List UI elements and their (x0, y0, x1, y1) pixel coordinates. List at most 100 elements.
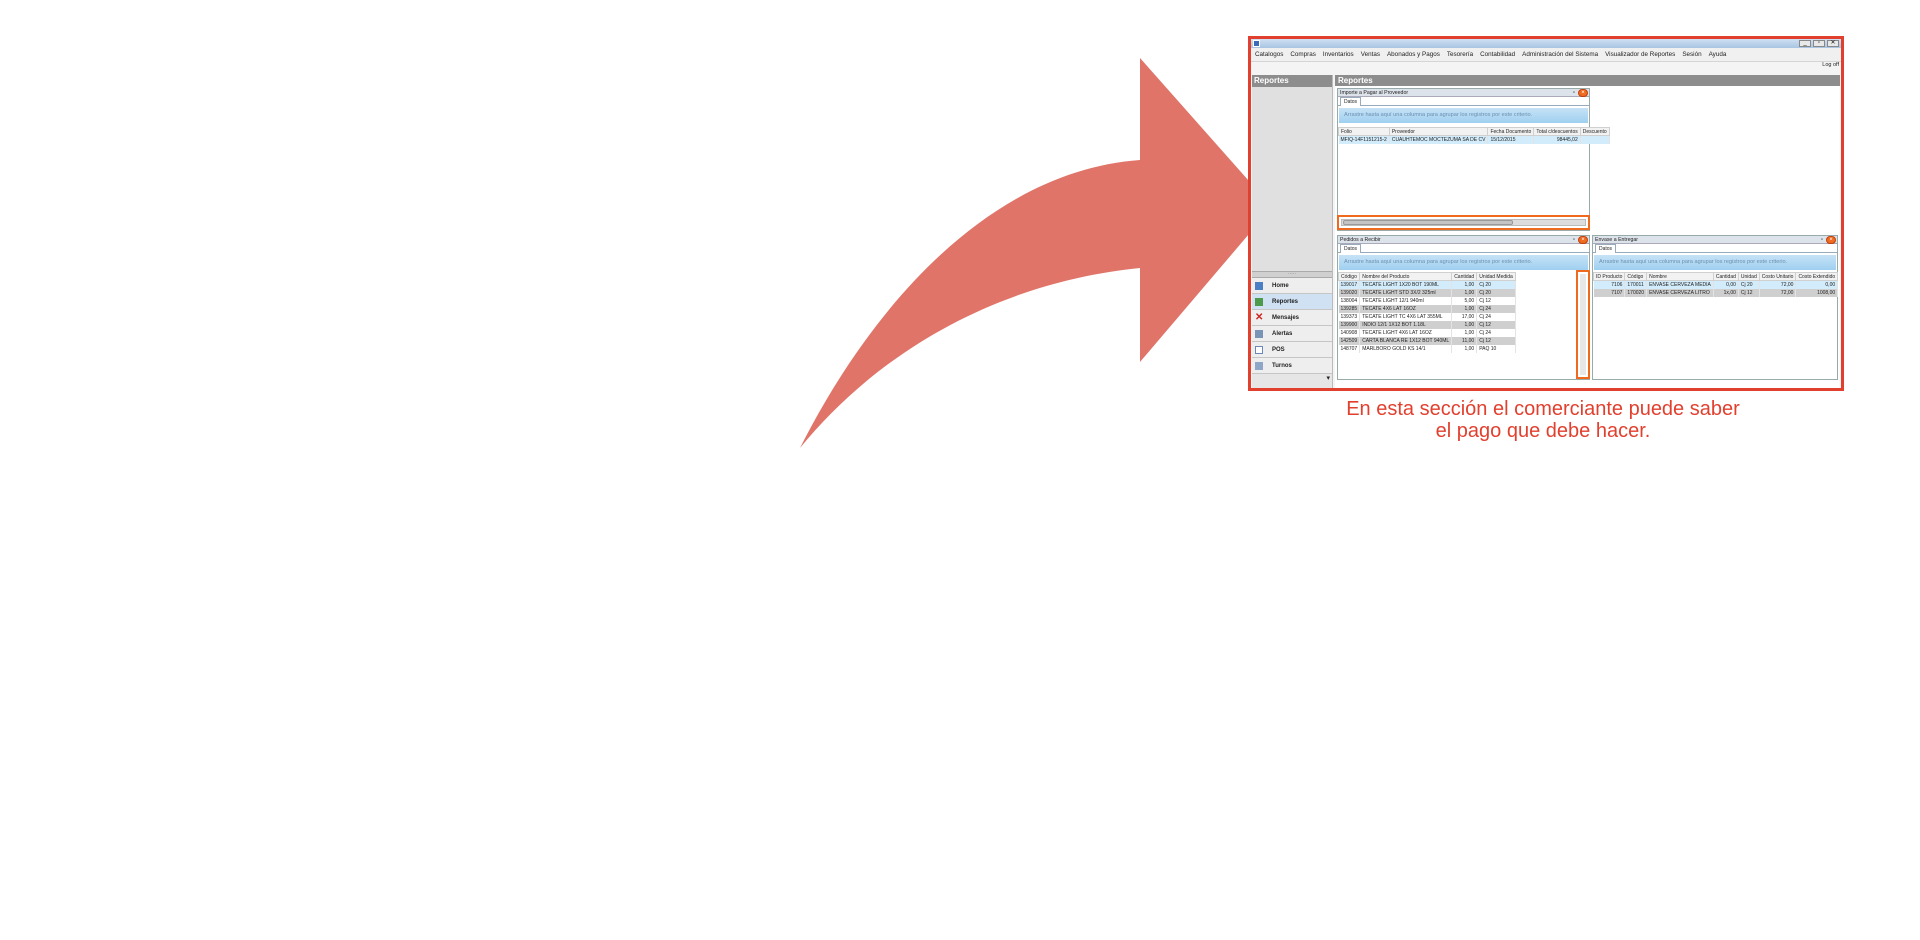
sidebar-item-alertas[interactable]: Alertas (1252, 326, 1332, 342)
table-cell: 142509 (1338, 336, 1361, 345)
column-header[interactable]: Total c/descuentos (1533, 127, 1581, 136)
sidebar-item-turnos[interactable]: Turnos (1252, 358, 1332, 374)
sidebar-item-home[interactable]: Home (1252, 278, 1332, 294)
main-title: Reportes (1335, 75, 1840, 86)
title-bar: _ ▫ ✕ (1251, 39, 1841, 48)
table-cell: MFIQ-14F1151215-2 (1338, 135, 1390, 144)
column-header[interactable]: Unidad Medida (1476, 272, 1516, 281)
vertical-scrollbar-highlight (1576, 270, 1590, 379)
column-header[interactable]: Folio (1338, 127, 1390, 136)
table-row[interactable]: 7106 170011 ENVASE CERVEZA MEDIA 0,00 Cj… (1593, 280, 1839, 289)
menu-sesion[interactable]: Sesión (1682, 51, 1701, 58)
sidebar-item-label: Mensajes (1272, 314, 1300, 321)
menu-inventarios[interactable]: Inventarios (1323, 51, 1354, 58)
table-row[interactable]: 139020 TECATE LIGHT STD 3X/2 325ml 1,00 … (1338, 288, 1516, 297)
table-row[interactable]: 7107 170020 ENVASE CERVEZA LITRO 1x,00 C… (1593, 288, 1839, 297)
sidebar-item-mensajes[interactable]: ✕ Mensajes (1252, 310, 1332, 326)
close-panel-button[interactable]: × (1578, 236, 1588, 244)
group-by-area[interactable]: Arrastre hasta aquí una columna para agr… (1339, 108, 1588, 123)
table-cell: PAQ 10 (1476, 344, 1516, 353)
scrollbar-thumb[interactable] (1343, 220, 1513, 225)
table-row[interactable]: MFIQ-14F1151215-2 CUAUHTEMOC MOCTEZUMA S… (1338, 135, 1610, 144)
table-cell: 170011 (1624, 280, 1648, 289)
table-cell: 15/12/2015 (1487, 135, 1535, 144)
table-row[interactable]: 139900 INDIO 12/1 1X12 BOT 1.18L 1,00 Cj… (1338, 320, 1516, 329)
table-row[interactable]: 142509 CARTA BLANCA RE 1X12 BOT 940ML 11… (1338, 336, 1516, 345)
app-icon (1253, 40, 1260, 47)
menu-visualizador[interactable]: Visualizador de Reportes (1605, 51, 1675, 58)
sidebar-item-pos[interactable]: POS (1252, 342, 1332, 358)
panel-title-text: Pedidos a Recibir (1340, 237, 1381, 243)
group-by-area[interactable]: Arrastre hasta aquí una columna para agr… (1594, 255, 1836, 270)
table-row[interactable]: 138004 TECATE LIGHT 12/1 940ml 5,00 Cj 1… (1338, 296, 1516, 305)
column-header[interactable]: Unidad (1737, 272, 1760, 281)
close-panel-button[interactable]: × (1826, 236, 1836, 244)
table-cell: TECATE LIGHT TC 4X6 LAT 355ML (1359, 312, 1453, 321)
sidebar-item-reportes[interactable]: Reportes (1252, 294, 1332, 310)
logoff-link[interactable]: Log off (1822, 62, 1839, 68)
horizontal-scrollbar[interactable] (1341, 219, 1586, 226)
panel-title: Pedidos a Recibir ▫ × (1338, 236, 1589, 244)
panel-importe-pagar: Importe a Pagar al Proveedor ▫ × Datos A… (1337, 88, 1610, 231)
close-panel-button[interactable]: × (1578, 89, 1588, 97)
table-row[interactable]: 148707 MARLBORO GOLD KS 14/1 1,00 PAQ 10 (1338, 344, 1516, 353)
orders-table: Código Nombre del Producto Cantidad Unid… (1337, 272, 1516, 353)
logoff-bar: Log off (1251, 62, 1841, 72)
sidebar-item-label: Turnos (1272, 362, 1292, 369)
column-header[interactable]: Proveedor (1388, 127, 1489, 136)
table-cell: 11,00 (1451, 336, 1478, 345)
menu-compras[interactable]: Compras (1290, 51, 1316, 58)
column-header[interactable]: Costo Extendido (1795, 272, 1839, 281)
menu-ventas[interactable]: Ventas (1361, 51, 1380, 58)
pin-icon[interactable]: ▫ (1573, 89, 1575, 97)
close-window-button[interactable]: ✕ (1827, 40, 1839, 47)
column-header[interactable]: Costo Unitario (1758, 272, 1797, 281)
column-header[interactable]: ID Producto (1592, 272, 1626, 281)
table-cell: Cj 12 (1738, 288, 1760, 297)
menu-abonados-pagos[interactable]: Abonados y Pagos (1387, 51, 1440, 58)
table-cell: 1,00 (1451, 304, 1478, 313)
menu-administracion[interactable]: Administración del Sistema (1522, 51, 1598, 58)
sidebar-content (1252, 87, 1332, 272)
column-header[interactable]: Nombre del Producto (1359, 272, 1453, 281)
reports-icon (1255, 297, 1263, 306)
table-cell: 148707 (1338, 344, 1361, 353)
column-header[interactable]: Descuento (1579, 127, 1610, 136)
shifts-icon (1255, 361, 1263, 370)
table-cell: 139285 (1338, 304, 1361, 313)
tab-datos[interactable]: Datos (1340, 244, 1362, 253)
minimize-button[interactable]: _ (1799, 40, 1811, 47)
table-cell: Cj 20 (1738, 280, 1760, 289)
table-row[interactable]: 139285 TECATE 4X6 LAT 16OZ 1,00 Cj 24 (1338, 304, 1516, 313)
tab-datos[interactable]: Datos (1595, 244, 1617, 253)
menu-tesoreria[interactable]: Tesorería (1447, 51, 1473, 58)
pin-icon[interactable]: ▫ (1573, 236, 1575, 244)
table-cell: MARLBORO GOLD KS 14/1 (1359, 344, 1453, 353)
tab-datos[interactable]: Datos (1340, 97, 1362, 106)
menu-contabilidad[interactable]: Contabilidad (1480, 51, 1515, 58)
table-row[interactable]: 139017 TECATE LIGHT 1X20 BOT 190ML 1,00 … (1338, 280, 1516, 289)
column-header[interactable]: Fecha Documento (1487, 127, 1535, 136)
column-header[interactable]: Cantidad (1712, 272, 1739, 281)
table-cell: 139373 (1338, 312, 1361, 321)
table-row[interactable]: 140908 TECATE LIGHT 4X6 LAT 16OZ 1,00 Cj… (1338, 328, 1516, 337)
arrow-shape (800, 58, 1272, 448)
menu-catalogos[interactable]: Catalogos (1255, 51, 1283, 58)
column-header[interactable]: Código (1337, 272, 1361, 281)
menu-ayuda[interactable]: Ayuda (1709, 51, 1727, 58)
group-by-area[interactable]: Arrastre hasta aquí una columna para agr… (1339, 255, 1588, 270)
sidebar-item-label: Alertas (1272, 330, 1293, 337)
table-row[interactable]: 139373 TECATE LIGHT TC 4X6 LAT 355ML 17,… (1338, 312, 1516, 321)
column-header[interactable]: Código (1624, 272, 1648, 281)
table-cell: 140908 (1338, 328, 1361, 337)
pin-icon[interactable]: ▫ (1821, 236, 1823, 244)
vertical-scrollbar[interactable] (1580, 274, 1586, 375)
nav-overflow-button[interactable]: ▾ (1252, 374, 1332, 388)
table-cell: 170020 (1624, 288, 1648, 297)
column-header[interactable]: Cantidad (1451, 272, 1478, 281)
maximize-button[interactable]: ▫ (1813, 40, 1825, 47)
caption-line-1: En esta sección el comerciante puede sab… (1346, 398, 1740, 420)
app-window: _ ▫ ✕ Catalogos Compras Inventarios Vent… (1248, 36, 1844, 391)
table-cell: 139020 (1338, 288, 1361, 297)
column-header[interactable]: Nombre (1646, 272, 1714, 281)
